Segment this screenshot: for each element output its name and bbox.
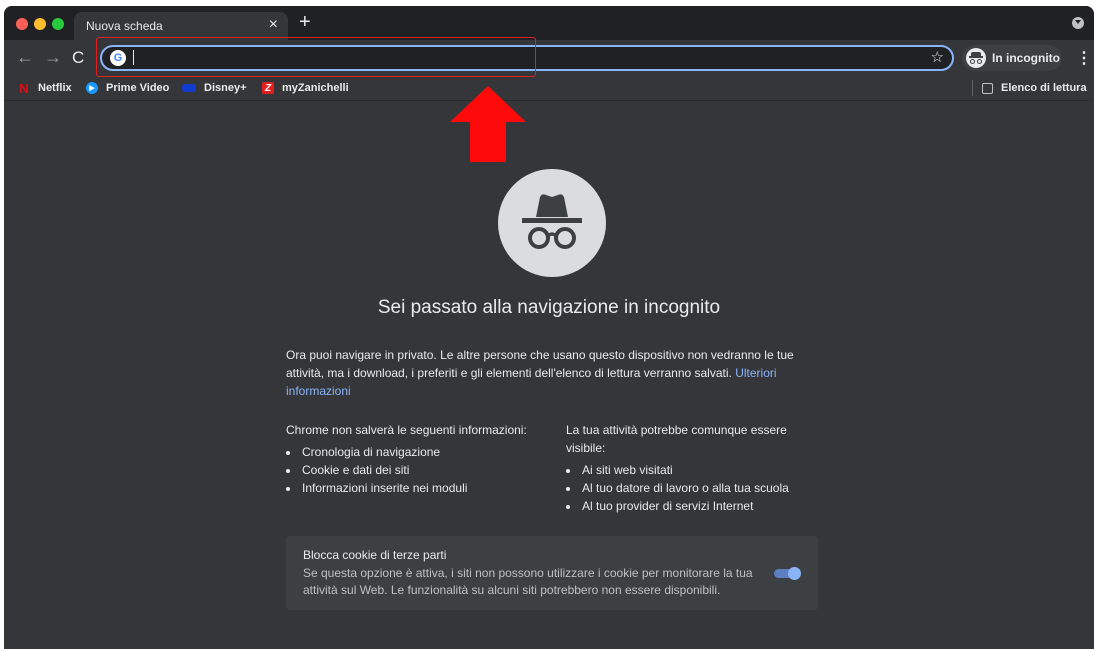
google-icon: G: [110, 50, 126, 66]
netflix-icon: N: [19, 80, 29, 96]
incognito-profile-button[interactable]: In incognito: [962, 45, 1062, 71]
text-caret: [133, 50, 134, 65]
disney-plus-icon: [182, 84, 196, 92]
reading-list-icon: [982, 82, 993, 94]
intro-paragraph: Ora puoi navigare in privato. Le altre p…: [286, 346, 816, 400]
address-input[interactable]: [132, 49, 916, 69]
cookie-card-title: Blocca cookie di terze parti: [303, 548, 447, 562]
back-arrow-icon[interactable]: ←: [16, 47, 34, 68]
bookmark-netflix[interactable]: N Netflix: [18, 79, 72, 97]
bookmarks-bar: N Netflix ▶ Prime Video Disney+ Z myZani…: [4, 76, 1094, 101]
incognito-page: Sei passato alla navigazione in incognit…: [4, 101, 1094, 649]
visible-to-section: La tua attività potrebbe comunque essere…: [566, 421, 806, 515]
incognito-icon: [966, 48, 986, 68]
bookmark-label: myZanichelli: [282, 82, 349, 94]
not-saved-heading: Chrome non salverà le seguenti informazi…: [286, 423, 527, 437]
browser-window: Nuova scheda × + ← → C G ☆ In incognito …: [4, 6, 1094, 649]
reload-icon[interactable]: C: [72, 48, 84, 68]
tab-title: Nuova scheda: [86, 19, 163, 33]
cookie-card-description: Se questa opzione è attiva, i siti non p…: [303, 566, 753, 597]
list-item: Al tuo datore di lavoro o alla tua scuol…: [580, 479, 806, 497]
bookmarks-divider: [972, 80, 973, 96]
forward-arrow-icon[interactable]: →: [44, 47, 62, 68]
list-item: Informazioni inserite nei moduli: [300, 479, 546, 497]
bookmark-prime-video[interactable]: ▶ Prime Video: [86, 79, 169, 97]
incognito-icon: [498, 169, 606, 277]
bookmark-disney-plus[interactable]: Disney+: [182, 79, 247, 97]
list-item: Cronologia di navigazione: [300, 443, 546, 461]
list-item: Ai siti web visitati: [580, 461, 806, 479]
block-cookies-toggle[interactable]: [774, 567, 801, 580]
window-close-button[interactable]: [16, 18, 28, 30]
third-party-cookies-card: Blocca cookie di terze parti Se questa o…: [286, 536, 818, 610]
bookmark-label: Prime Video: [106, 82, 170, 94]
list-item: Al tuo provider di servizi Internet: [580, 497, 806, 515]
window-minimize-button[interactable]: [34, 18, 46, 30]
reading-list-label: Elenco di lettura: [1001, 82, 1087, 94]
not-saved-section: Chrome non salverà le seguenti informazi…: [286, 421, 546, 497]
tab-search-icon[interactable]: [1072, 17, 1084, 29]
window-maximize-button[interactable]: [52, 18, 64, 30]
new-tab-button[interactable]: +: [299, 11, 311, 34]
star-icon[interactable]: ☆: [931, 48, 944, 66]
incognito-label: In incognito: [992, 51, 1060, 65]
more-menu-icon[interactable]: ⋮: [1076, 48, 1092, 68]
bookmark-myzanichelli[interactable]: Z myZanichelli: [262, 79, 349, 97]
bookmark-label: Disney+: [204, 82, 247, 94]
close-icon[interactable]: ×: [269, 16, 278, 34]
page-title: Sei passato alla navigazione in incognit…: [377, 297, 721, 318]
bookmark-label: Netflix: [38, 82, 72, 94]
tab-nuova-scheda[interactable]: Nuova scheda ×: [74, 12, 288, 40]
tab-strip: Nuova scheda × +: [4, 6, 1094, 40]
reading-list-button[interactable]: Elenco di lettura: [982, 79, 1087, 97]
visible-to-heading: La tua attività potrebbe comunque essere…: [566, 423, 787, 455]
toggle-knob: [788, 567, 801, 580]
list-item: Cookie e dati dei siti: [300, 461, 546, 479]
toolbar: ← → C G ☆ In incognito ⋮: [4, 40, 1094, 76]
zanichelli-icon: Z: [262, 82, 274, 94]
intro-text: Ora puoi navigare in privato. Le altre p…: [286, 348, 794, 380]
address-bar[interactable]: G ☆: [100, 45, 954, 71]
prime-video-icon: ▶: [86, 82, 98, 94]
